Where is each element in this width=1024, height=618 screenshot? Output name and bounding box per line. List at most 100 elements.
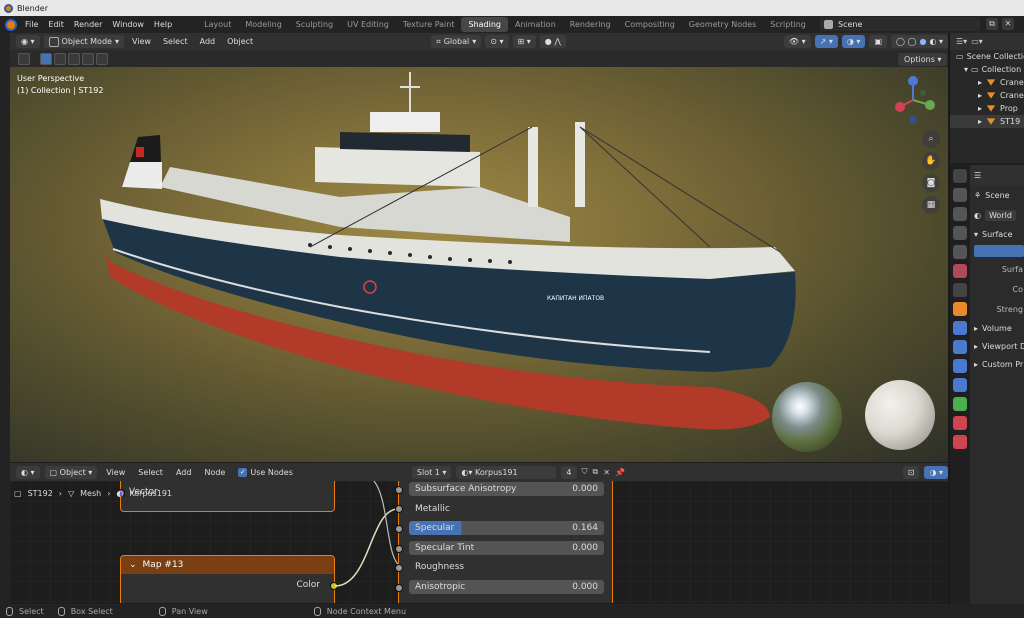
color-output-socket[interactable] bbox=[330, 582, 338, 590]
physics-tab-icon[interactable] bbox=[953, 359, 967, 373]
camera-view-icon[interactable]: ◙ bbox=[922, 174, 940, 192]
outliner-row-st19[interactable]: ▸ ST19 bbox=[950, 115, 1024, 128]
material-selector[interactable]: ◐▾ Korpus191 bbox=[456, 465, 557, 479]
menu-render[interactable]: Render bbox=[69, 20, 107, 29]
input-socket[interactable] bbox=[395, 584, 403, 592]
xray-toggle[interactable]: ▣ bbox=[869, 35, 888, 48]
specular-slider[interactable]: Specular 0.164 bbox=[409, 521, 604, 535]
breadcrumb-object[interactable]: ST192 bbox=[28, 489, 53, 498]
gizmo-toggle[interactable]: ↗ ▾ bbox=[814, 35, 838, 48]
map-node[interactable]: ⌄ Map #13 Color bbox=[120, 555, 338, 603]
pin-icon[interactable]: 📌 bbox=[615, 468, 625, 477]
tab-layout[interactable]: Layout bbox=[197, 17, 238, 32]
select-subtract-icon[interactable] bbox=[68, 52, 80, 65]
navigation-gizmo[interactable] bbox=[888, 75, 938, 125]
delete-scene-icon[interactable]: ✕ bbox=[1002, 18, 1014, 30]
outliner-row-crane-1[interactable]: ▸ Crane bbox=[950, 76, 1024, 89]
tab-uv-editing[interactable]: UV Editing bbox=[340, 17, 396, 32]
pan-hand-icon[interactable]: ✋ bbox=[922, 152, 940, 170]
modifier-tab-icon[interactable] bbox=[953, 321, 967, 335]
unlink-material-icon[interactable]: ✕ bbox=[603, 468, 610, 477]
expand-icon[interactable]: ▸ bbox=[978, 91, 982, 100]
orientation-dropdown[interactable]: ⌗ Global ▾ bbox=[431, 35, 482, 48]
expand-icon[interactable]: ▸ bbox=[978, 78, 982, 87]
tab-rendering[interactable]: Rendering bbox=[563, 17, 618, 32]
overlay-toggle[interactable]: ◑ ▾ bbox=[841, 35, 866, 48]
surface-node-field[interactable] bbox=[974, 245, 1024, 257]
collapse-chevron-icon[interactable]: ⌄ bbox=[129, 560, 137, 570]
outliner-row-crane-2[interactable]: ▸ Crane bbox=[950, 89, 1024, 102]
anisotropic-field[interactable]: Anisotropic 0.000 bbox=[409, 580, 604, 594]
input-socket[interactable] bbox=[395, 564, 403, 572]
node-menu-select[interactable]: Select bbox=[134, 468, 167, 477]
tab-animation[interactable]: Animation bbox=[508, 17, 563, 32]
viewport-menu-add[interactable]: Add bbox=[196, 37, 220, 46]
shading-modes[interactable]: ◯ ◯ ● ◐ ▾ bbox=[891, 35, 948, 48]
viewport-menu-object[interactable]: Object bbox=[223, 37, 257, 46]
scene-tab-icon[interactable] bbox=[953, 245, 967, 259]
outliner-row-prop[interactable]: ▸ Prop bbox=[950, 102, 1024, 115]
input-socket[interactable] bbox=[395, 545, 403, 553]
particles-tab-icon[interactable] bbox=[953, 340, 967, 354]
map-node-header[interactable]: ⌄ Map #13 bbox=[121, 556, 334, 574]
breadcrumb-material[interactable]: Korpus191 bbox=[129, 489, 172, 498]
editor-type-dropdown[interactable]: ◉ ▾ bbox=[16, 35, 40, 48]
scene-selector[interactable]: Scene bbox=[820, 17, 980, 31]
zoom-icon[interactable]: ⌕ bbox=[922, 130, 940, 148]
specular-tint-field[interactable]: Specular Tint 0.000 bbox=[409, 541, 604, 555]
duplicate-material-icon[interactable]: ⧉ bbox=[593, 467, 599, 477]
collection-tab-icon[interactable] bbox=[953, 283, 967, 297]
use-nodes-checkbox[interactable]: ✓ Use Nodes bbox=[234, 467, 297, 477]
input-socket[interactable] bbox=[395, 525, 403, 533]
tab-compositing[interactable]: Compositing bbox=[618, 17, 682, 32]
view-layer-tab-icon[interactable] bbox=[953, 226, 967, 240]
node-editor-type-dropdown[interactable]: ◐ ▾ bbox=[16, 465, 40, 479]
tab-sculpting[interactable]: Sculpting bbox=[289, 17, 340, 32]
node-menu-view[interactable]: View bbox=[102, 468, 129, 477]
world-tab-icon[interactable] bbox=[953, 264, 967, 278]
tab-texture-paint[interactable]: Texture Paint bbox=[396, 17, 462, 32]
overlay-node-icon[interactable]: ◑ ▾ bbox=[924, 465, 948, 479]
proportional-edit-toggle[interactable]: ● ⋀ bbox=[539, 35, 566, 48]
node-menu-node[interactable]: Node bbox=[200, 468, 229, 477]
output-tab-icon[interactable] bbox=[953, 207, 967, 221]
expand-icon[interactable]: ▸ bbox=[978, 104, 982, 113]
props-search-icon[interactable]: ☰ bbox=[974, 171, 981, 180]
tab-geometry-nodes[interactable]: Geometry Nodes bbox=[682, 17, 763, 32]
node-editor-canvas[interactable]: Vector ▢ ST192 › ▽ Mesh › ◐ Korpus191 ⌄ M… bbox=[10, 481, 948, 603]
select-new-icon[interactable] bbox=[40, 52, 52, 65]
visibility-dropdown[interactable]: 👁 ▾ bbox=[783, 35, 811, 48]
menu-help[interactable]: Help bbox=[149, 20, 177, 29]
render-tab-icon[interactable] bbox=[953, 188, 967, 202]
custom-props-panel-header[interactable]: ▸ Custom Pr bbox=[970, 355, 1024, 373]
subsurface-anisotropy-field[interactable]: Subsurface Anisotropy 0.000 bbox=[409, 482, 604, 496]
select-intersect-icon[interactable] bbox=[96, 52, 108, 65]
select-extend-icon[interactable] bbox=[54, 52, 66, 65]
ortho-grid-icon[interactable]: ▦ bbox=[922, 196, 940, 214]
menu-file[interactable]: File bbox=[20, 20, 43, 29]
tab-shading[interactable]: Shading bbox=[461, 17, 508, 32]
snap-toggle[interactable]: ⊞ ▾ bbox=[512, 35, 536, 48]
outliner-row-scene-collection[interactable]: ▭Scene Collection bbox=[950, 50, 1024, 63]
input-socket[interactable] bbox=[395, 486, 403, 494]
texture-tab-icon[interactable] bbox=[953, 435, 967, 449]
data-tab-icon[interactable] bbox=[953, 397, 967, 411]
outliner-row-collection[interactable]: ▾ ▭ Collection bbox=[950, 63, 1024, 76]
material-tab-icon[interactable] bbox=[953, 416, 967, 430]
metallic-input[interactable]: Metallic bbox=[409, 502, 604, 516]
expand-icon[interactable]: ▸ bbox=[978, 117, 982, 126]
volume-panel-header[interactable]: ▸ Volume bbox=[970, 319, 1024, 337]
input-socket[interactable] bbox=[395, 505, 403, 513]
breadcrumb-mesh[interactable]: Mesh bbox=[80, 489, 101, 498]
select-invert-icon[interactable] bbox=[82, 52, 94, 65]
pivot-dropdown[interactable]: ⊙ ▾ bbox=[485, 35, 509, 48]
principled-bsdf-node[interactable]: Subsurface Anisotropy 0.000 Metallic Spec… bbox=[395, 481, 613, 603]
viewport-display-panel-header[interactable]: ▸ Viewport D bbox=[970, 337, 1024, 355]
viewport-menu-view[interactable]: View bbox=[128, 37, 155, 46]
options-dropdown[interactable]: Options ▾ bbox=[898, 53, 948, 66]
constraints-tab-icon[interactable] bbox=[953, 378, 967, 392]
snap-node-icon[interactable]: ⊡ bbox=[902, 465, 920, 479]
shader-type-dropdown[interactable]: ▢ Object ▾ bbox=[44, 465, 98, 479]
tab-modeling[interactable]: Modeling bbox=[238, 17, 288, 32]
outliner-display-icon[interactable]: ▭▾ bbox=[971, 37, 983, 46]
